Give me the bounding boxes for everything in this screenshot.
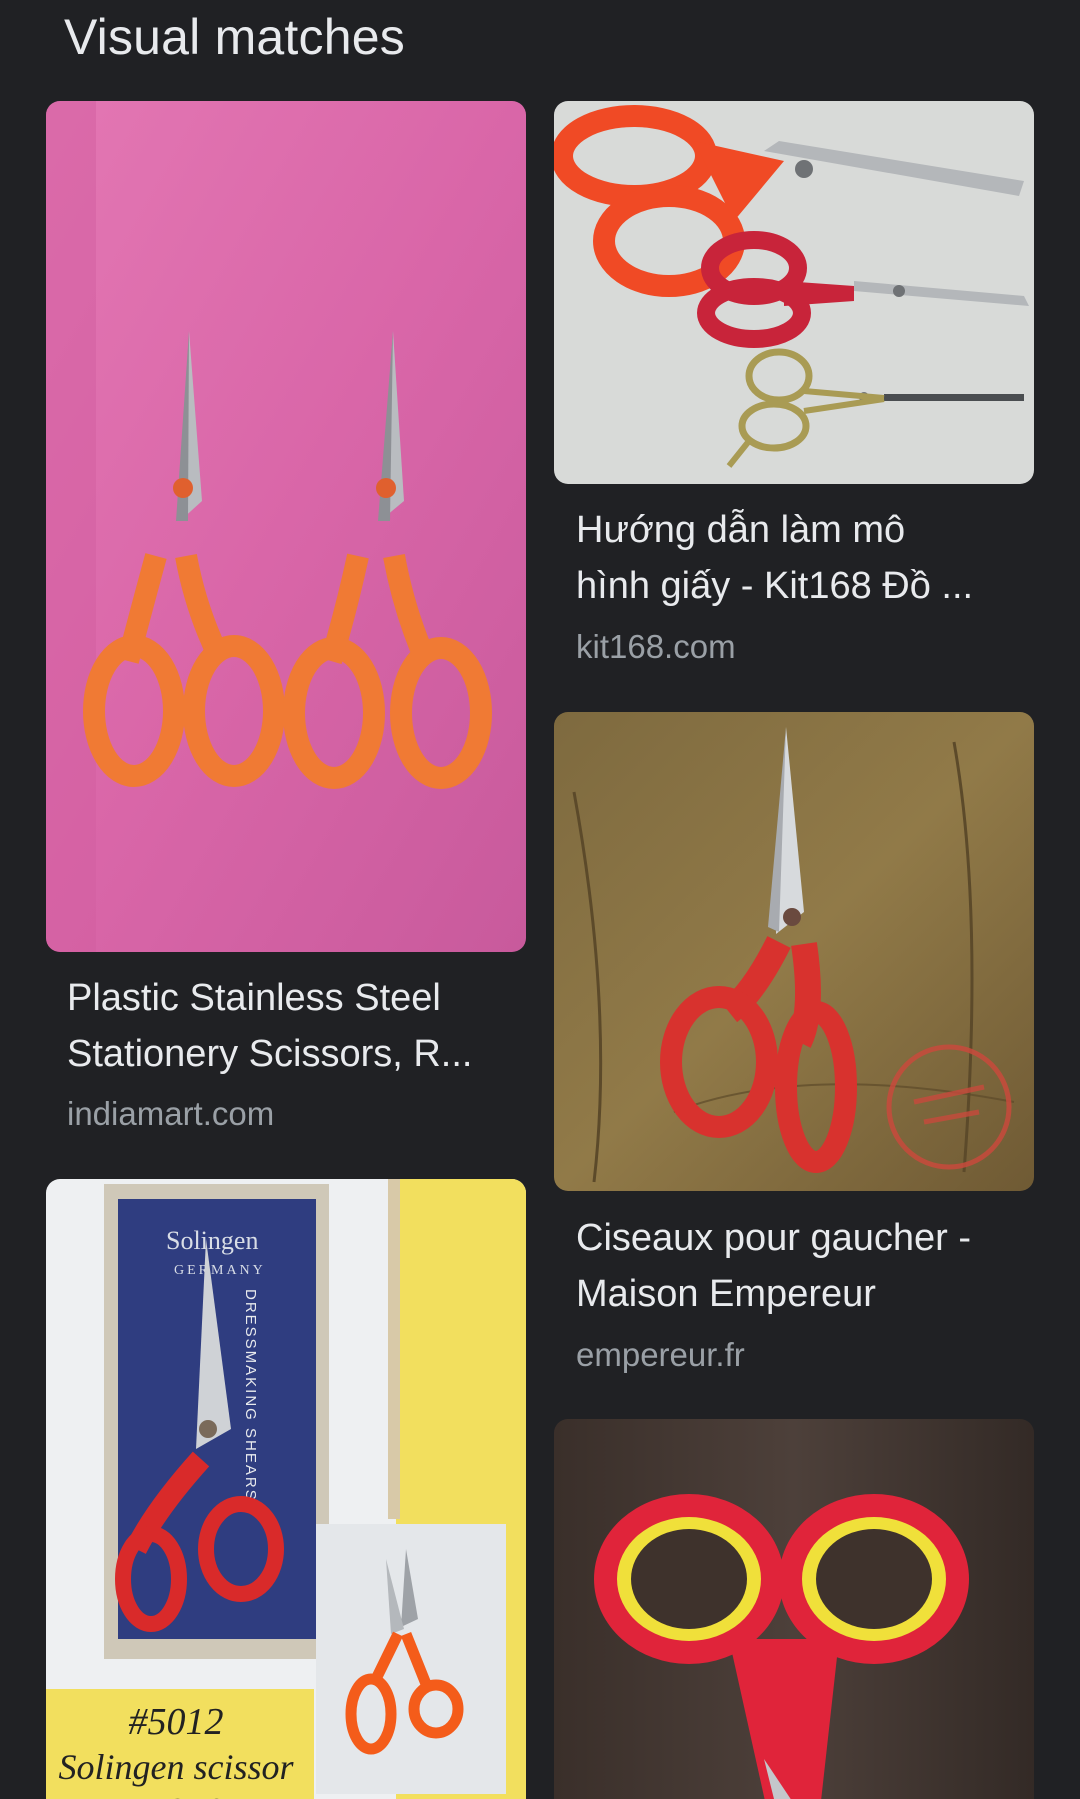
result-image-5[interactable]: [554, 1419, 1034, 1799]
package-brand: Solingen: [166, 1226, 258, 1255]
package-country: GERMANY: [174, 1263, 266, 1278]
result-title-3-line2: Maison Empereur: [576, 1273, 876, 1315]
result-source-3[interactable]: empereur.fr: [576, 1335, 745, 1375]
red-scissors-set-image: [554, 101, 1034, 484]
red-left-handed-scissors-image: [554, 712, 1034, 1191]
result-image-2[interactable]: [554, 101, 1034, 484]
result-source-1[interactable]: indiamart.com: [67, 1094, 274, 1134]
section-title: Visual matches: [64, 9, 405, 65]
package-label: DRESSMAKING SHEARS: [242, 1289, 259, 1502]
result-title-2[interactable]: Hướng dẫn làm mô hình giấy - Kit168 Đồ .…: [576, 502, 1016, 614]
result-title-3-line1: Ciseaux pour gaucher -: [576, 1217, 971, 1259]
orange-scissors-image: [46, 101, 526, 952]
solingen-scissors-image: Solingen GERMANY DRESSMAKING SHEARS #501…: [46, 1179, 526, 1799]
visual-matches-page: Visual matches Plastic Stainless Steel S…: [0, 0, 1080, 1799]
image-caption-line3: 1*240: [129, 1791, 224, 1799]
result-title-2-line2: hình giấy - Kit168 Đồ ...: [576, 565, 974, 607]
result-title-2-line1: Hướng dẫn làm mô: [576, 509, 906, 551]
result-image-4[interactable]: Solingen GERMANY DRESSMAKING SHEARS #501…: [46, 1179, 526, 1799]
result-title-3[interactable]: Ciseaux pour gaucher - Maison Empereur: [576, 1210, 1016, 1322]
result-title-1-line2: Stationery Scissors, R...: [67, 1033, 473, 1075]
result-image-1[interactable]: [46, 101, 526, 952]
result-title-1-line1: Plastic Stainless Steel: [67, 977, 441, 1019]
result-image-3[interactable]: [554, 712, 1034, 1191]
result-title-1[interactable]: Plastic Stainless Steel Stationery Sciss…: [67, 970, 507, 1082]
yellow-red-scissors-image: [554, 1419, 1034, 1799]
result-source-2[interactable]: kit168.com: [576, 627, 736, 667]
image-caption-line1: #5012: [129, 1701, 224, 1743]
image-caption-line2: Solingen scissor: [58, 1747, 294, 1787]
